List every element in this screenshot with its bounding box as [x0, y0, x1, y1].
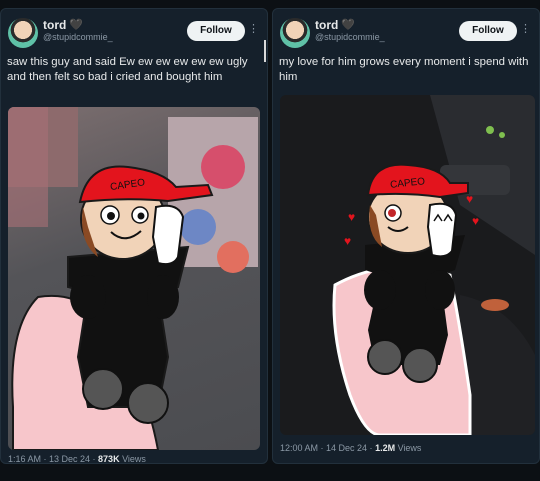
avatar[interactable] — [8, 18, 38, 48]
views-count: 1.2M — [375, 443, 396, 453]
follow-button[interactable]: Follow — [459, 21, 517, 41]
views-count: 873K — [98, 454, 120, 464]
scrollbar-indicator[interactable] — [264, 40, 266, 62]
display-name[interactable]: tord — [315, 18, 338, 32]
tweet-card-2[interactable]: tord 🖤 @stupidcommie_ Follow ⋮ my love f… — [272, 8, 540, 464]
bottom-divider — [0, 468, 540, 481]
black-heart-icon: 🖤 — [341, 19, 355, 31]
tweet-meta: 1:16 AM · 13 Dec 24 · 873K Views — [8, 454, 146, 464]
follow-button[interactable]: Follow — [187, 21, 245, 41]
svg-text:♥: ♥ — [472, 214, 479, 228]
plush-photo: ♥ ♥ ♥ ♥ CAPEO — [332, 95, 535, 435]
username-handle[interactable]: @stupidcommie_ — [43, 32, 113, 42]
tweet-photo[interactable]: CAPEO — [8, 107, 260, 450]
tweet-timestamp[interactable]: 12:00 AM · 14 Dec 24 · — [280, 443, 375, 453]
svg-text:♥: ♥ — [348, 210, 355, 224]
username-handle[interactable]: @stupidcommie_ — [315, 32, 385, 42]
more-icon[interactable]: ⋮ — [248, 22, 259, 35]
tweet-timestamp[interactable]: 1:16 AM · 13 Dec 24 · — [8, 454, 98, 463]
plush-photo: CAPEO — [8, 107, 258, 450]
more-icon[interactable]: ⋮ — [520, 22, 531, 35]
black-heart-icon: 🖤 — [69, 19, 83, 31]
tweet-text: saw this guy and said Ew ew ew ew ew ew … — [7, 56, 248, 83]
tweet-photo[interactable]: ♥ ♥ ♥ ♥ CAPEO — [280, 95, 535, 435]
views-label: Views — [395, 443, 422, 453]
views-label: Views — [119, 454, 146, 464]
avatar[interactable] — [280, 18, 310, 48]
tweet-card-1[interactable]: tord 🖤 @stupidcommie_ Follow ⋮ saw this … — [0, 8, 268, 464]
tweet-text: my love for him grows every moment i spe… — [279, 56, 529, 83]
tweet-meta: 12:00 AM · 14 Dec 24 · 1.2M Views — [280, 443, 421, 453]
svg-text:♥: ♥ — [344, 234, 351, 248]
display-name[interactable]: tord — [43, 18, 66, 32]
